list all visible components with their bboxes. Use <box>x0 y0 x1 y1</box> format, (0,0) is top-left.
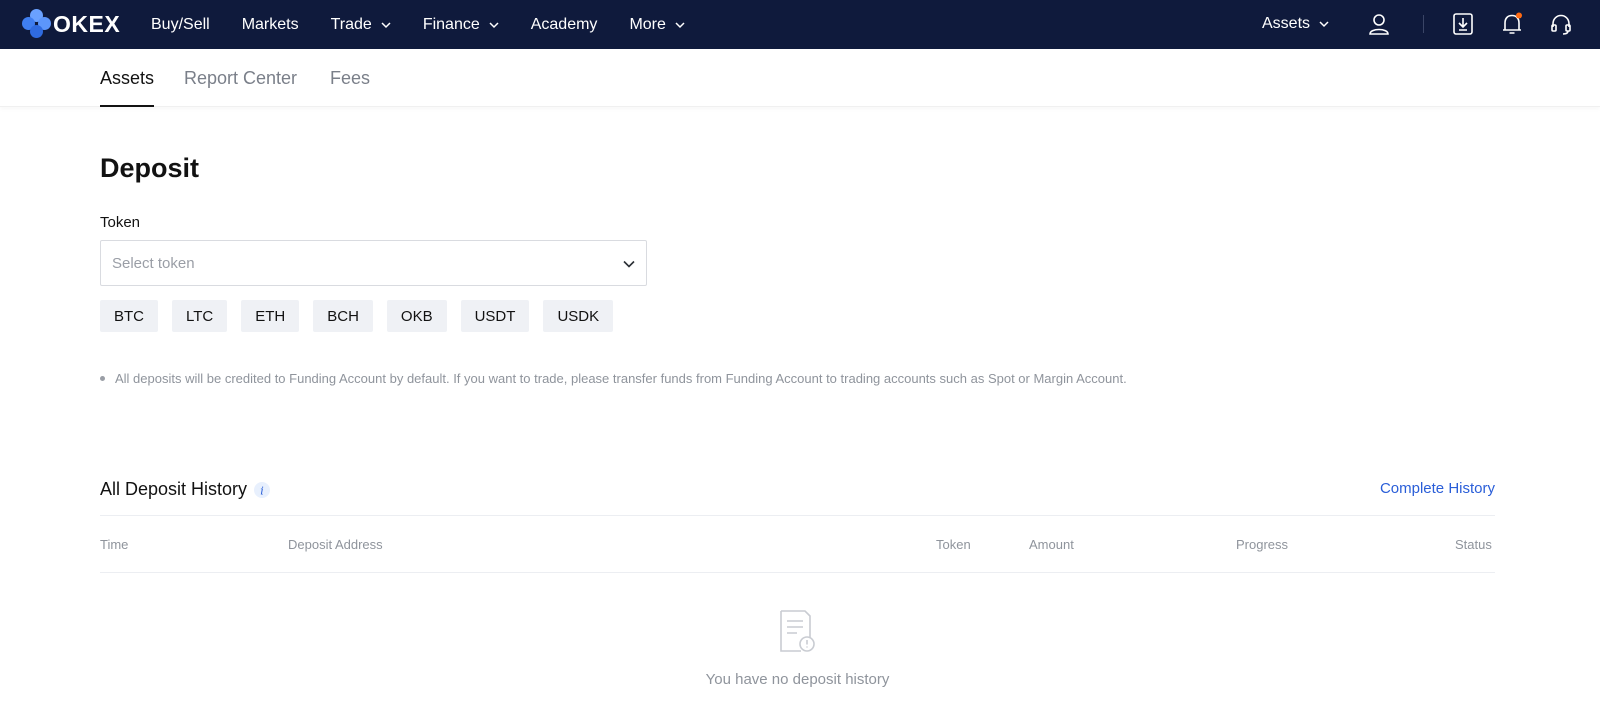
nav-label: Buy/Sell <box>151 15 210 33</box>
top-navbar: OKEX Buy/Sell Markets Trade Finance Acad… <box>0 0 1600 49</box>
chevron-down-icon <box>1319 21 1329 28</box>
assets-menu[interactable]: Assets <box>1262 15 1342 33</box>
chevron-down-icon <box>675 21 685 28</box>
nav-more[interactable]: More <box>629 0 685 49</box>
nav-label: Finance <box>422 15 480 33</box>
token-select[interactable]: Select token <box>100 240 647 286</box>
divider <box>100 515 1495 516</box>
token-chips: BTC LTC ETH BCH OKB USDT USDK <box>100 300 627 332</box>
tab-assets[interactable]: Assets <box>100 68 155 107</box>
bell-icon[interactable] <box>1500 12 1524 36</box>
nav-label: More <box>629 15 666 33</box>
deposit-note: All deposits will be credited to Funding… <box>100 371 1127 386</box>
chevron-down-icon <box>381 21 391 28</box>
token-chip-ltc[interactable]: LTC <box>172 300 228 332</box>
token-chip-usdk[interactable]: USDK <box>543 300 614 332</box>
token-chip-bch[interactable]: BCH <box>313 300 373 332</box>
column-header-amount: Amount <box>1029 537 1074 552</box>
token-chip-okb[interactable]: OKB <box>386 300 447 332</box>
page-title: Deposit <box>100 153 200 183</box>
nav-finance[interactable]: Finance <box>423 0 499 49</box>
divider <box>100 572 1495 573</box>
chevron-down-icon <box>489 21 499 28</box>
empty-document-icon <box>780 610 815 652</box>
token-label: Token <box>100 214 141 231</box>
column-header-deposit-address: Deposit Address <box>288 537 383 552</box>
history-title: All Deposit History i <box>100 479 271 500</box>
download-icon[interactable] <box>1451 12 1475 36</box>
nav-buy-sell[interactable]: Buy/Sell <box>151 0 210 49</box>
token-select-placeholder: Select token <box>112 254 195 272</box>
column-header-token: Token <box>936 537 971 552</box>
history-title-text: All Deposit History <box>100 479 248 499</box>
chevron-down-icon <box>623 260 635 268</box>
nav-label: Markets <box>241 15 299 33</box>
deposit-note-text: All deposits will be credited to Funding… <box>115 371 1127 386</box>
tab-fees[interactable]: Fees <box>330 68 370 107</box>
okex-logo-icon <box>22 9 52 39</box>
complete-history-link[interactable]: Complete History <box>1380 480 1495 497</box>
headset-icon[interactable] <box>1549 12 1573 36</box>
okex-logo[interactable]: OKEX <box>22 8 120 40</box>
nav-markets[interactable]: Markets <box>242 0 299 49</box>
column-header-time: Time <box>100 537 129 552</box>
token-chip-usdt[interactable]: USDT <box>460 300 530 332</box>
info-icon[interactable]: i <box>254 481 271 498</box>
tab-report-center[interactable]: Report Center <box>184 68 297 107</box>
column-header-progress: Progress <box>1236 537 1289 552</box>
user-icon[interactable] <box>1367 12 1391 36</box>
main-nav: Buy/Sell Markets Trade Finance Academy M… <box>151 0 717 49</box>
brand-name: OKEX <box>53 10 121 37</box>
column-header-status: Status <box>1455 537 1492 552</box>
nav-label: Trade <box>330 15 372 33</box>
nav-trade[interactable]: Trade <box>331 0 391 49</box>
nav-divider <box>1423 15 1424 33</box>
sub-tabs: Assets Report Center Fees <box>0 49 1600 107</box>
svg-text:i: i <box>260 484 264 497</box>
token-chip-eth[interactable]: ETH <box>241 300 300 332</box>
nav-label: Academy <box>530 15 598 33</box>
bullet-dot <box>100 376 105 381</box>
nav-academy[interactable]: Academy <box>531 0 598 49</box>
token-chip-btc[interactable]: BTC <box>100 300 158 332</box>
empty-state-text: You have no deposit history <box>705 671 890 688</box>
assets-menu-label: Assets <box>1262 15 1311 32</box>
